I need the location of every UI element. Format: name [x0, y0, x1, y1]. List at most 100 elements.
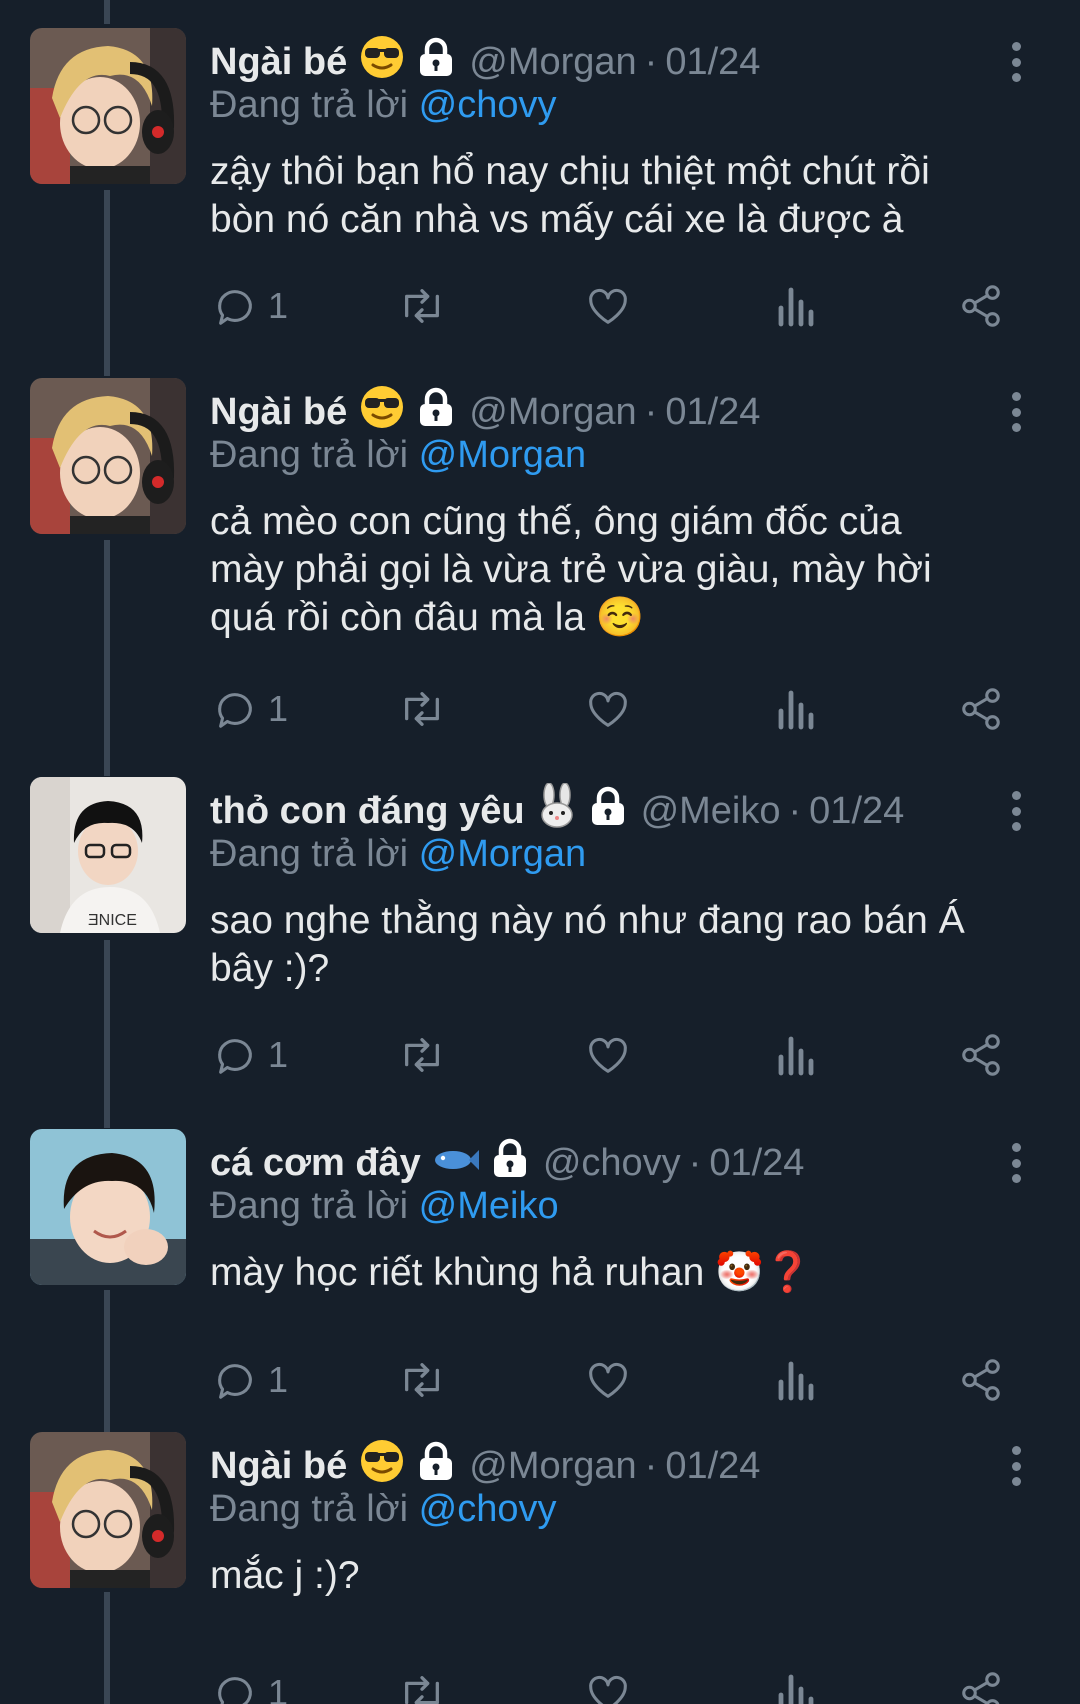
replying-to-label: Đang trả lời: [210, 84, 409, 126]
tweet-actions: 1: [0, 1665, 1080, 1704]
views-icon: [775, 1671, 815, 1704]
retweet-icon: [397, 1670, 447, 1704]
tweet[interactable]: Ngài bé @Morgan · 01/24 Đang trả lời @Mo…: [0, 378, 1080, 741]
like-button[interactable]: [585, 1665, 631, 1704]
reply-button[interactable]: 1: [212, 278, 288, 334]
separator-dot: ·: [644, 390, 658, 433]
heart-icon: [585, 1032, 631, 1078]
views-button[interactable]: [775, 278, 815, 334]
retweet-icon: [397, 283, 447, 329]
tweet-date: 01/24: [709, 1141, 805, 1184]
reply-button[interactable]: 1: [212, 1352, 288, 1408]
retweet-icon: [397, 686, 447, 732]
tweet[interactable]: cá cơm đây @chovy · 01/24 Đang trả lời @…: [0, 1129, 1080, 1412]
more-options-icon[interactable]: [1004, 388, 1028, 436]
lock-icon: [491, 1138, 529, 1188]
handle[interactable]: @Morgan: [469, 41, 636, 84]
share-button[interactable]: [958, 278, 1004, 334]
heart-icon: [585, 283, 631, 329]
tweet-text: cả mèo con cũng thế, ông giám đốc của mày…: [210, 498, 1030, 642]
heart-icon: [585, 1670, 631, 1704]
avatar[interactable]: [30, 1432, 186, 1588]
retweet-button[interactable]: [397, 278, 447, 334]
more-options-icon[interactable]: [1004, 1442, 1028, 1490]
tweet-actions: 1: [0, 1027, 1080, 1083]
handle[interactable]: @Meiko: [641, 790, 781, 833]
like-button[interactable]: [585, 681, 631, 737]
svg-text:ƎNICE: ƎNICE: [88, 912, 137, 929]
share-button[interactable]: [958, 1352, 1004, 1408]
reply-mention-link[interactable]: @Morgan: [419, 434, 586, 476]
avatar[interactable]: [30, 378, 186, 534]
sunglasses-emoji: [359, 384, 405, 440]
tweet-header: Ngài bé @Morgan · 01/24: [210, 36, 760, 88]
tweet[interactable]: Ngài bé @Morgan · 01/24 Đang trả lời @ch…: [0, 1432, 1080, 1704]
heart-icon: [585, 686, 631, 732]
views-button[interactable]: [775, 1352, 815, 1408]
tweet-date: 01/24: [809, 789, 905, 832]
reply-button[interactable]: 1: [212, 681, 288, 737]
reply-mention-link[interactable]: @chovy: [419, 1488, 557, 1530]
tweet-text-line: sao nghe thằng này nó như đang rao bán Á: [210, 899, 965, 942]
replying-to: Đang trả lời @Morgan: [210, 833, 586, 876]
separator-dot: ·: [644, 40, 658, 83]
share-button[interactable]: [958, 681, 1004, 737]
display-name[interactable]: Ngài bé: [210, 391, 347, 434]
display-name[interactable]: cá cơm đây: [210, 1142, 421, 1185]
display-name[interactable]: thỏ con đáng yêu: [210, 790, 525, 833]
reply-button[interactable]: 1: [212, 1665, 288, 1704]
like-button[interactable]: [585, 278, 631, 334]
retweet-button[interactable]: [397, 1665, 447, 1704]
display-name[interactable]: Ngài bé: [210, 41, 347, 84]
reply-count: 1: [268, 688, 289, 729]
tweet-header: Ngài bé @Morgan · 01/24: [210, 1440, 760, 1492]
share-button[interactable]: [958, 1665, 1004, 1704]
views-icon: [775, 687, 815, 731]
views-button[interactable]: [775, 1665, 815, 1704]
avatar[interactable]: [30, 28, 186, 184]
more-options-icon[interactable]: [1004, 1139, 1028, 1187]
handle[interactable]: @Morgan: [469, 391, 636, 434]
tweet-actions: 1: [0, 1352, 1080, 1408]
handle[interactable]: @Morgan: [469, 1445, 636, 1488]
avatar[interactable]: ƎNICE: [30, 777, 186, 933]
more-options-icon[interactable]: [1004, 38, 1028, 86]
tweet-text-line: mày phải gọi là vừa trẻ vừa giàu, mày hờ…: [210, 548, 932, 591]
replying-to-label: Đang trả lời: [210, 1185, 409, 1227]
handle[interactable]: @chovy: [543, 1142, 681, 1185]
like-button[interactable]: [585, 1352, 631, 1408]
reply-mention-link[interactable]: @Morgan: [419, 833, 586, 875]
more-options-icon[interactable]: [1004, 787, 1028, 835]
tweet-header: Ngài bé @Morgan · 01/24: [210, 386, 760, 438]
reply-mention-link[interactable]: @Meiko: [419, 1185, 559, 1227]
display-name[interactable]: Ngài bé: [210, 1445, 347, 1488]
lock-icon: [417, 1441, 455, 1491]
retweet-icon: [397, 1032, 447, 1078]
reply-icon: [212, 283, 258, 329]
reply-count: 1: [268, 1672, 289, 1704]
reply-mention-link[interactable]: @chovy: [419, 84, 557, 126]
tweet-text-line: bây :)?: [210, 947, 330, 990]
reply-count: 1: [268, 285, 289, 326]
tweet-actions: 1: [0, 278, 1080, 334]
share-icon: [958, 1032, 1004, 1078]
tweet-text-line: cả mèo con cũng thế, ông giám đốc của: [210, 500, 902, 543]
views-button[interactable]: [775, 681, 815, 737]
retweet-button[interactable]: [397, 1352, 447, 1408]
views-button[interactable]: [775, 1027, 815, 1083]
retweet-button[interactable]: [397, 681, 447, 737]
tweet[interactable]: Ngài bé @Morgan · 01/24 Đang trả lời @ch…: [0, 28, 1080, 338]
share-icon: [958, 1357, 1004, 1403]
like-button[interactable]: [585, 1027, 631, 1083]
share-icon: [958, 283, 1004, 329]
tweet-text: zậy thôi bạn hổ nay chịu thiệt một chút …: [210, 148, 1030, 244]
replying-to: Đang trả lời @Meiko: [210, 1185, 559, 1228]
retweet-button[interactable]: [397, 1027, 447, 1083]
reply-button[interactable]: 1: [212, 1027, 288, 1083]
share-button[interactable]: [958, 1027, 1004, 1083]
separator-dot: ·: [788, 789, 802, 832]
avatar[interactable]: [30, 1129, 186, 1285]
thread-connector-line: [104, 0, 110, 24]
tweet[interactable]: ƎNICE thỏ con đáng yêu @Meiko · 01/24 Đa…: [0, 777, 1080, 1087]
tweet-date: 01/24: [665, 390, 761, 433]
